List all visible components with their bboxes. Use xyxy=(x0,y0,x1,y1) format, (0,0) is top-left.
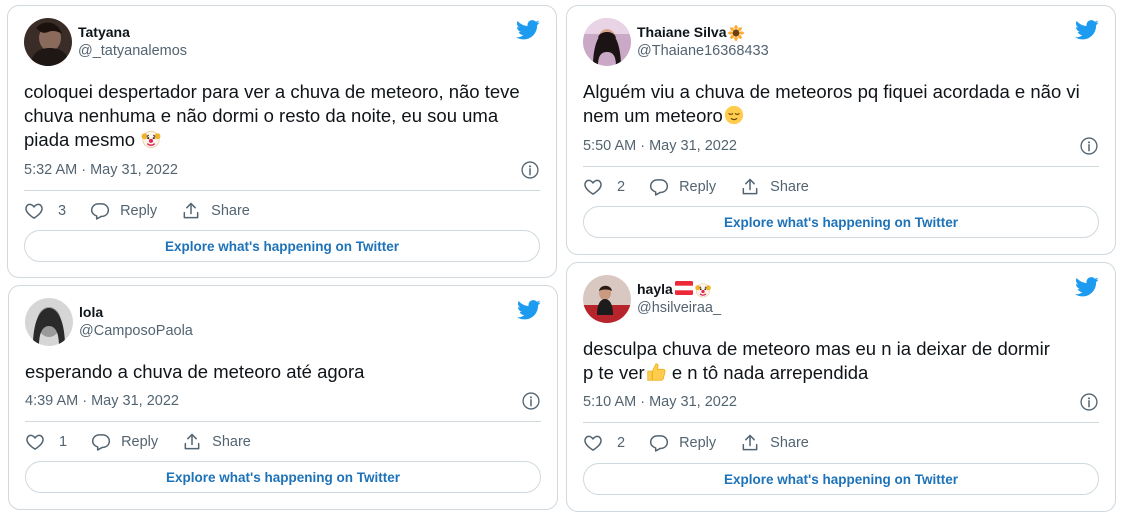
share-label: Share xyxy=(211,203,250,219)
share-icon xyxy=(740,177,760,197)
like-count: 3 xyxy=(58,203,67,219)
reply-button[interactable]: Reply xyxy=(649,433,716,453)
avatar[interactable] xyxy=(583,275,631,323)
heart-icon xyxy=(583,177,603,197)
share-button[interactable]: Share xyxy=(181,201,250,221)
tweet-header: Thaiane Silva @Thaiane16368433 xyxy=(583,17,769,67)
twitter-bird-icon[interactable] xyxy=(516,20,540,40)
share-label: Share xyxy=(212,434,251,450)
divider xyxy=(583,422,1099,423)
heart-icon xyxy=(24,201,44,221)
heart-icon xyxy=(25,432,45,452)
share-icon xyxy=(181,201,201,221)
tweet-header: Tatyana @_tatyanalemos xyxy=(24,17,187,67)
like-button[interactable]: 1 xyxy=(25,432,67,452)
reply-label: Reply xyxy=(121,434,159,450)
austria-flag-and-clown-emoji-icon xyxy=(674,280,712,299)
display-name[interactable]: lola xyxy=(79,303,193,322)
share-icon xyxy=(182,432,202,452)
heart-icon xyxy=(583,433,603,453)
tweet-header: lola @CamposoPaola xyxy=(25,297,193,347)
user-handle[interactable]: @Thaiane16368433 xyxy=(637,42,769,61)
divider xyxy=(24,190,540,191)
tweet-card[interactable]: hayla @hsilveiraa_ desculpa chuva de met… xyxy=(566,262,1116,512)
user-handle[interactable]: @hsilveiraa_ xyxy=(637,299,721,318)
avatar[interactable] xyxy=(583,18,631,66)
reply-icon xyxy=(90,201,110,221)
reply-button[interactable]: Reply xyxy=(91,432,158,452)
display-name[interactable]: Thaiane Silva xyxy=(637,23,769,42)
info-icon[interactable] xyxy=(520,160,540,180)
info-icon[interactable] xyxy=(521,391,541,411)
tweet-timestamp[interactable]: 5:50 AM · May 31, 2022 xyxy=(583,138,737,154)
tweet-card[interactable]: Tatyana @_tatyanalemos coloquei desperta… xyxy=(7,5,557,278)
reply-label: Reply xyxy=(120,203,158,219)
share-button[interactable]: Share xyxy=(740,177,809,197)
divider xyxy=(583,166,1099,167)
display-name[interactable]: Tatyana xyxy=(78,23,187,42)
avatar[interactable] xyxy=(24,18,72,66)
tweet-timestamp[interactable]: 5:10 AM · May 31, 2022 xyxy=(583,394,737,410)
share-icon xyxy=(740,433,760,453)
display-name[interactable]: hayla xyxy=(637,280,721,299)
tweet-timestamp[interactable]: 5:32 AM · May 31, 2022 xyxy=(24,162,178,178)
relieved-face-emoji-icon xyxy=(723,104,745,126)
reply-label: Reply xyxy=(679,435,717,451)
share-label: Share xyxy=(770,435,809,451)
thumbs-up-emoji-icon xyxy=(645,361,667,383)
sunflower-emoji-icon xyxy=(728,25,744,41)
reply-icon xyxy=(91,432,111,452)
reply-label: Reply xyxy=(679,179,717,195)
twitter-bird-icon[interactable] xyxy=(1075,277,1099,297)
info-icon[interactable] xyxy=(1079,136,1099,156)
explore-twitter-button[interactable]: Explore what's happening on Twitter xyxy=(583,206,1099,238)
tweet-text: coloquei despertador para ver a chuva de… xyxy=(24,81,520,150)
twitter-bird-icon[interactable] xyxy=(517,300,541,320)
tweet-text: esperando a chuva de meteoro até agora xyxy=(25,361,365,382)
share-button[interactable]: Share xyxy=(182,432,251,452)
avatar[interactable] xyxy=(25,298,73,346)
tweet-timestamp[interactable]: 4:39 AM · May 31, 2022 xyxy=(25,393,179,409)
like-button[interactable]: 3 xyxy=(24,201,66,221)
info-icon[interactable] xyxy=(1079,392,1099,412)
divider xyxy=(25,421,541,422)
explore-twitter-button[interactable]: Explore what's happening on Twitter xyxy=(583,463,1099,495)
reply-icon xyxy=(649,177,669,197)
tweet-header: hayla @hsilveiraa_ xyxy=(583,274,721,324)
twitter-bird-icon[interactable] xyxy=(1075,20,1099,40)
explore-twitter-button[interactable]: Explore what's happening on Twitter xyxy=(24,230,540,262)
tweet-text: desculpa chuva de meteoro mas eu n ia de… xyxy=(583,338,1050,383)
like-count: 1 xyxy=(59,434,68,450)
explore-twitter-button[interactable]: Explore what's happening on Twitter xyxy=(25,461,541,493)
reply-icon xyxy=(649,433,669,453)
tweet-card[interactable]: lola @CamposoPaola esperando a chuva de … xyxy=(8,285,558,510)
user-handle[interactable]: @CamposoPaola xyxy=(79,322,193,341)
share-button[interactable]: Share xyxy=(740,433,809,453)
like-button[interactable]: 2 xyxy=(583,177,625,197)
reply-button[interactable]: Reply xyxy=(90,201,157,221)
like-button[interactable]: 2 xyxy=(583,433,625,453)
clown-face-emoji-icon xyxy=(140,128,162,150)
share-label: Share xyxy=(770,179,809,195)
tweet-card[interactable]: Thaiane Silva @Thaiane16368433 Alguém vi… xyxy=(566,5,1116,255)
user-handle[interactable]: @_tatyanalemos xyxy=(78,42,187,61)
tweet-text: Alguém viu a chuva de meteoros pq fiquei… xyxy=(583,81,1080,126)
like-count: 2 xyxy=(617,435,626,451)
like-count: 2 xyxy=(617,179,626,195)
reply-button[interactable]: Reply xyxy=(649,177,716,197)
